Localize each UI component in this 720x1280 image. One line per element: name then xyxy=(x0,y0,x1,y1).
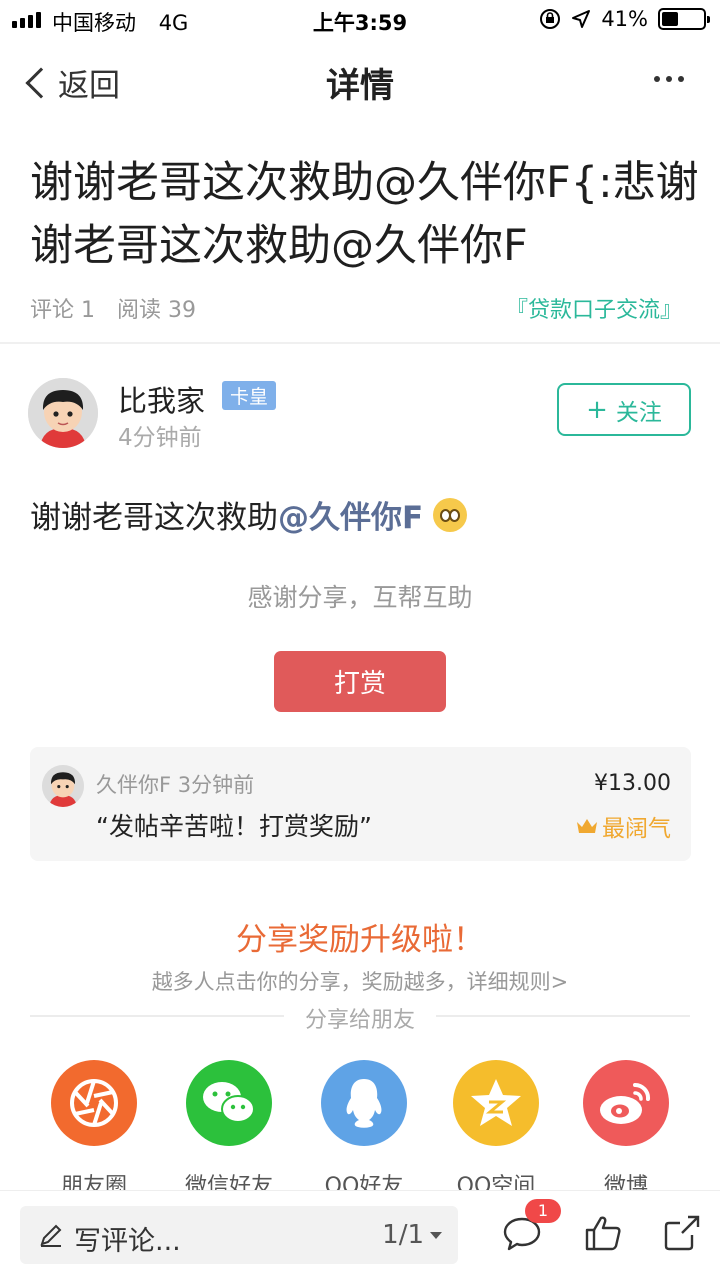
moments-icon xyxy=(51,1060,137,1146)
qzone-icon xyxy=(453,1060,539,1146)
rank-label: 最阔气 xyxy=(602,816,671,842)
rewarder-avatar[interactable] xyxy=(42,765,84,807)
follow-label: 关注 xyxy=(615,399,662,426)
rewarder-line: 久伴你F 3分钟前 xyxy=(96,769,254,799)
share-title: 分享奖励升级啦！ xyxy=(236,922,484,958)
author-name[interactable]: 比我家 xyxy=(118,378,205,420)
comment-count-badge: 1 xyxy=(525,1199,561,1223)
page-indicator: 1/1 xyxy=(382,1220,424,1250)
post-meta: 评论 1 阅读 39 xyxy=(30,292,196,324)
sad-emoji-icon xyxy=(433,497,468,532)
share-label: 微信好友 xyxy=(184,1174,273,1190)
reward-quote: “发帖辛苦啦！打赏奖励” xyxy=(96,812,372,841)
plus-icon: + xyxy=(586,394,608,425)
author-avatar[interactable] xyxy=(28,378,98,448)
bottom-bar: 写评论... 1/1 1 xyxy=(0,1190,720,1280)
post-time: 4分钟前 xyxy=(118,425,202,451)
share-qzone[interactable]: QQ空间 xyxy=(441,1060,551,1190)
follow-button[interactable]: + 关注 xyxy=(557,383,691,436)
post-body: 谢谢老哥这次救助 @久伴你F xyxy=(30,492,468,537)
reward-amount: ¥13.00 xyxy=(594,771,671,796)
comment-input[interactable]: 写评论... 1/1 xyxy=(20,1206,458,1264)
nav-bar: 返回 详情 xyxy=(0,40,720,122)
share-icon[interactable] xyxy=(662,1213,702,1253)
author-badge: 卡皇 xyxy=(222,381,277,410)
battery-percent: 41% xyxy=(601,7,648,31)
rewarder-name[interactable]: 久伴你F xyxy=(96,773,171,797)
pen-icon xyxy=(40,1224,62,1247)
share-wechat[interactable]: 微信好友 xyxy=(174,1060,284,1190)
status-right: 41% xyxy=(539,7,710,31)
read-count: 阅读 39 xyxy=(117,298,196,323)
share-label: 朋友圈 xyxy=(60,1174,127,1190)
share-divider-label: 分享给朋友 xyxy=(304,1008,415,1033)
location-icon xyxy=(572,10,591,28)
page-selector[interactable]: 1/1 xyxy=(382,1220,442,1250)
reward-prompt: 感谢分享，互帮互助 xyxy=(247,583,473,612)
page-title: 详情 xyxy=(326,66,394,106)
reward-button[interactable]: 打赏 xyxy=(274,651,446,712)
share-rules-link[interactable]: 越多人点击你的分享，奖励越多，详细规则> xyxy=(0,966,720,996)
crown-icon xyxy=(577,819,597,833)
comment-placeholder: 写评论... xyxy=(74,1226,181,1257)
share-targets: 朋友圈 微信好友 QQ好友 QQ空间 微博 xyxy=(0,1060,720,1190)
caret-down-icon xyxy=(430,1231,442,1239)
wechat-icon xyxy=(186,1060,272,1146)
comment-count: 评论 1 xyxy=(30,298,95,323)
status-bar: 中国移动 4G 上午3:59 41% xyxy=(0,0,720,40)
share-label: QQ好友 xyxy=(324,1174,404,1190)
more-options-icon[interactable] xyxy=(654,76,684,82)
body-text: 谢谢老哥这次救助 xyxy=(30,500,278,536)
reward-rank: 最阔气 xyxy=(576,809,671,843)
mention-link[interactable]: @久伴你F xyxy=(278,492,423,537)
divider xyxy=(0,342,720,344)
reward-record: 久伴你F 3分钟前 “发帖辛苦啦！打赏奖励” ¥13.00 最阔气 xyxy=(30,747,691,861)
qq-icon xyxy=(321,1060,407,1146)
post-title: 谢谢老哥这次救助@久伴你F{:悲谢谢老哥这次救助@久伴你F xyxy=(30,158,699,271)
category-link[interactable]: 『贷款口子交流』 xyxy=(506,292,682,324)
share-label: 微博 xyxy=(603,1174,648,1190)
share-label: QQ空间 xyxy=(456,1174,536,1190)
thumbs-up-icon[interactable] xyxy=(583,1213,623,1253)
share-moments[interactable]: 朋友圈 xyxy=(39,1060,149,1190)
battery-icon xyxy=(658,8,710,30)
rotation-lock-icon xyxy=(540,9,561,29)
share-qq[interactable]: QQ好友 xyxy=(309,1060,419,1190)
share-weibo[interactable]: 微博 xyxy=(571,1060,681,1190)
reward-time: 3分钟前 xyxy=(177,773,255,797)
weibo-icon xyxy=(583,1060,669,1146)
